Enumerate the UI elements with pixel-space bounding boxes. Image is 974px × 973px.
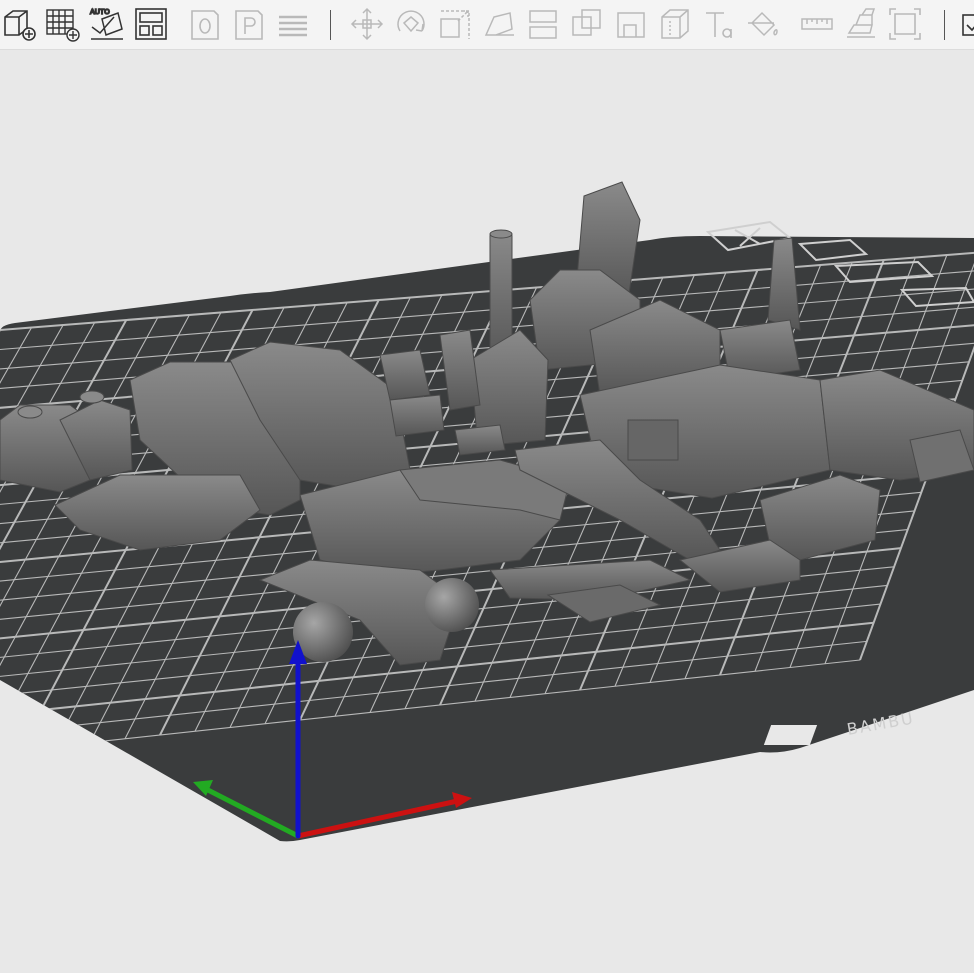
lay-on-face-icon[interactable] [480, 5, 518, 43]
assembly-icon[interactable] [842, 5, 880, 43]
support-paint-icon[interactable] [612, 5, 650, 43]
auto-orient-icon[interactable]: AUTO [88, 5, 126, 43]
build-plate-scene: BAMBU [0, 181, 974, 842]
text-emboss-icon[interactable] [700, 5, 738, 43]
ruler-icon[interactable] [798, 5, 836, 43]
toolbar-separator [330, 10, 331, 40]
top-toolbar: AUTO [0, 0, 974, 50]
move-icon[interactable] [348, 5, 386, 43]
add-object-icon[interactable] [0, 5, 38, 43]
scale-icon[interactable] [436, 5, 474, 43]
add-plate-icon[interactable] [44, 5, 82, 43]
rotate-icon[interactable] [392, 5, 430, 43]
3d-viewport[interactable]: BAMBU [0, 50, 974, 973]
layers-icon[interactable] [274, 5, 312, 43]
paint-bucket-icon[interactable] [744, 5, 782, 43]
boolean-icon[interactable] [568, 5, 606, 43]
plate-p-icon[interactable] [230, 5, 268, 43]
toolbar-separator [944, 10, 945, 40]
seam-icon[interactable] [656, 5, 694, 43]
checkbox-icon[interactable] [956, 5, 974, 43]
arrange-icon[interactable] [132, 5, 170, 43]
fit-view-icon[interactable] [886, 5, 924, 43]
plate-o-icon[interactable] [186, 5, 224, 43]
auto-label: AUTO [90, 8, 110, 16]
cut-icon[interactable] [524, 5, 562, 43]
